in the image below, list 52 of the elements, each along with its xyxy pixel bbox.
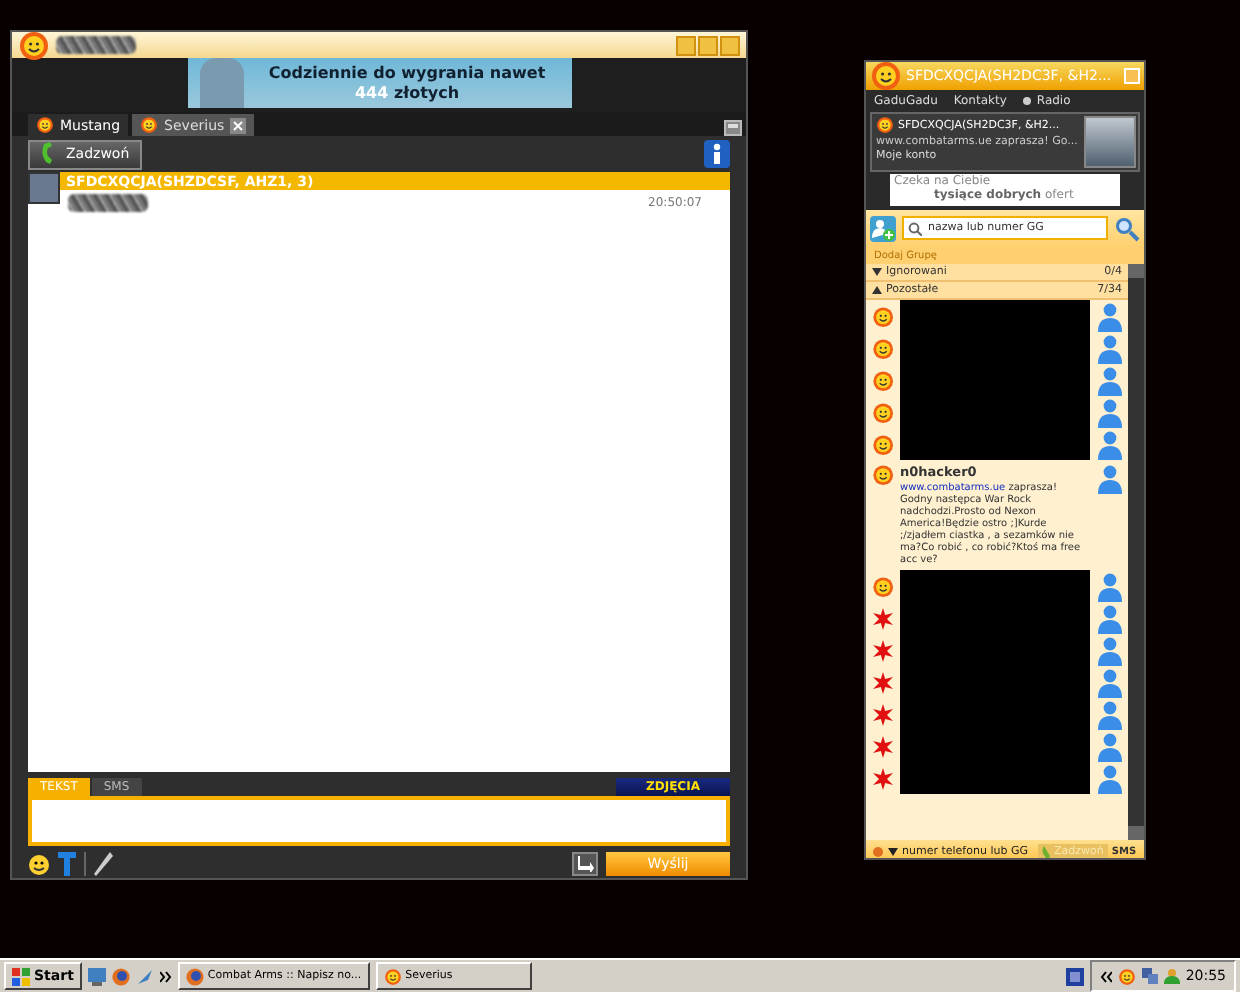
add-contact-icon[interactable] [870,215,896,241]
user-icon[interactable] [1163,968,1180,984]
person-icon[interactable] [1096,333,1124,363]
windows-logo-icon [12,967,30,985]
text-format-icon[interactable] [58,852,76,876]
dot-icon [872,846,884,858]
desktop-icon[interactable] [87,967,106,985]
banner-text: Codziennie do wygrania nawet [268,63,546,83]
person-icon[interactable] [1096,397,1124,427]
browser-icon [185,967,204,985]
chevron-icon[interactable] [1099,969,1112,983]
ad-banner[interactable]: Codziennie do wygrania nawet 444 złotych [187,58,571,108]
chevron-icon[interactable] [159,969,172,983]
info-icon[interactable] [704,140,730,168]
sun-icon [1117,967,1136,985]
banner-text: 444 złotych [354,83,460,103]
network-icon[interactable] [1141,968,1158,984]
return-arrow-icon [576,856,594,872]
close-button[interactable] [1124,68,1140,84]
sun-icon [36,116,54,134]
person-icon[interactable] [1096,571,1124,601]
person-icon[interactable] [1096,667,1124,697]
person-icon[interactable] [1096,301,1124,331]
person-icon[interactable] [1096,603,1124,633]
scribble-drawing [56,36,136,54]
scrollbar[interactable] [1128,264,1144,840]
person-icon[interactable] [1096,731,1124,761]
person-icon[interactable] [1096,365,1124,395]
person-icon[interactable] [1096,429,1124,459]
person-icon[interactable] [1096,699,1124,729]
browser-icon[interactable] [111,967,130,985]
message-input[interactable] [28,796,730,846]
person-icon[interactable] [1096,464,1124,494]
phone-icon [1042,845,1052,858]
illustration-placeholder [199,58,243,108]
find-person-icon[interactable] [1114,215,1140,241]
scribble-drawing [68,194,148,212]
sun-icon [140,116,159,134]
avatar-placeholder [28,172,60,204]
radio-icon [1022,95,1033,105]
search-icon [908,221,922,235]
person-icon[interactable] [1096,763,1124,793]
dropdown-arrow-icon[interactable] [888,848,898,856]
language-icon[interactable] [1065,967,1084,985]
window-icon[interactable] [724,120,742,136]
person-icon[interactable] [1096,635,1124,665]
sun-icon [383,967,402,985]
enter-key-button[interactable] [572,852,598,876]
photo-placeholder [1084,116,1136,168]
window-controls[interactable] [676,35,740,55]
smiley-icon[interactable] [28,853,50,875]
close-icon[interactable] [230,117,247,133]
